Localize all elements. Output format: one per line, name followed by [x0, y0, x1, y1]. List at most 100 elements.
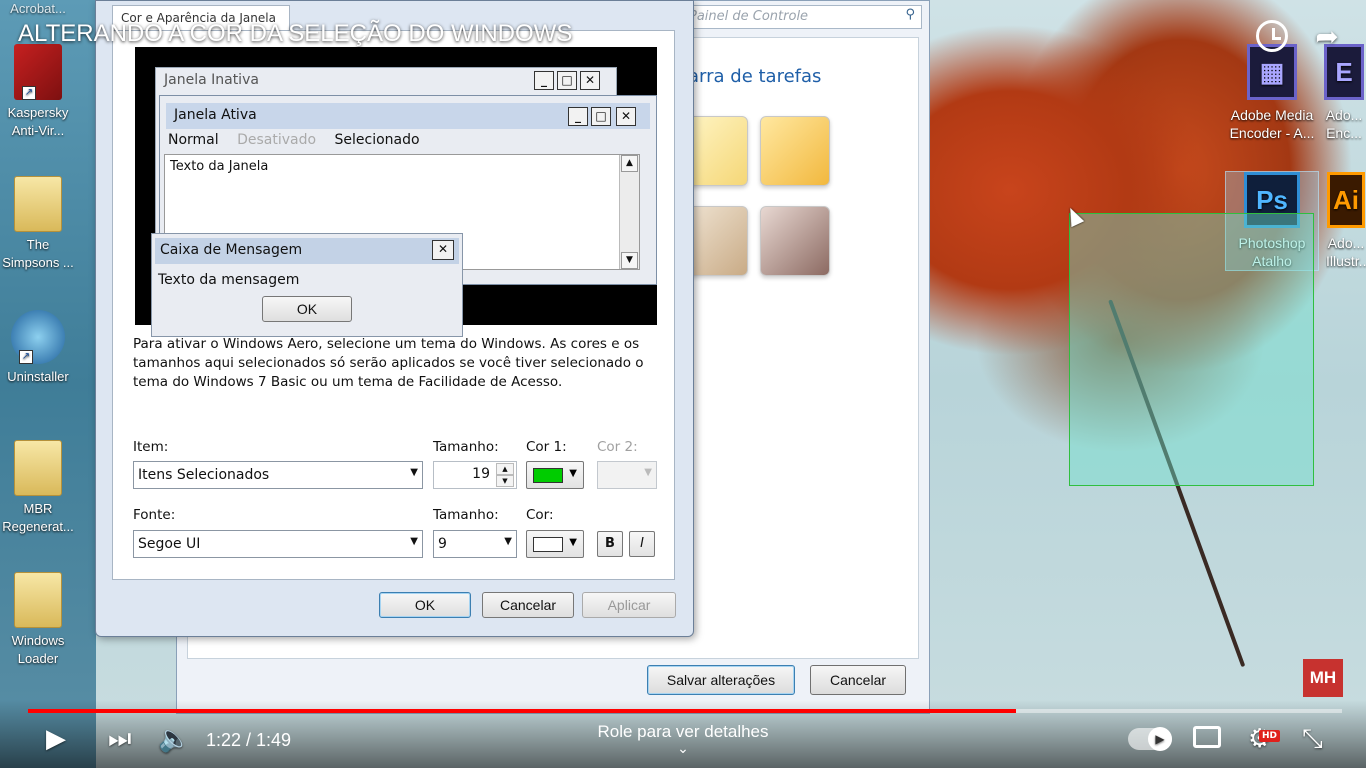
- desktop-icon-mbr-regenerator[interactable]: MBR Regenerat...: [0, 440, 76, 536]
- watch-later-icon[interactable]: [1256, 20, 1288, 52]
- maximize-icon: □: [557, 71, 577, 90]
- cancel-button[interactable]: Cancelar: [482, 592, 574, 618]
- section-heading: arra de tarefas: [688, 66, 822, 87]
- color1-swatch: [533, 468, 563, 483]
- menu-disabled: Desativado: [237, 132, 317, 148]
- item-label: Item:: [133, 439, 169, 455]
- size-value: 19: [472, 466, 490, 482]
- kaspersky-icon: ↗: [14, 44, 62, 100]
- desktop-icon-label: Uninstaller: [7, 369, 69, 384]
- desktop-icon-uninstaller[interactable]: ↗ Uninstaller: [0, 310, 76, 386]
- size-stepper[interactable]: 19 ▲ ▼: [433, 461, 517, 489]
- scroll-up-icon: ▲: [621, 155, 638, 172]
- folder-icon: [14, 440, 62, 496]
- autoplay-toggle[interactable]: ▶: [1128, 727, 1172, 751]
- play-icon: ▶: [1148, 727, 1172, 751]
- color2-picker-button: ▼: [597, 461, 657, 489]
- font-color-label: Cor:: [526, 507, 554, 523]
- close-icon: ✕: [432, 240, 454, 260]
- menu-normal: Normal: [168, 132, 219, 148]
- cancel-button[interactable]: Cancelar: [810, 665, 906, 695]
- exit-fullscreen-icon[interactable]: ⤡: [1302, 724, 1323, 755]
- progress-bar[interactable]: [28, 709, 1342, 713]
- volume-icon[interactable]: 🔈: [158, 724, 190, 754]
- desktop-icon-label: The Simpsons ...: [2, 237, 74, 270]
- menu-selected: Selecionado: [334, 132, 420, 148]
- minimize-icon: _: [534, 71, 554, 90]
- next-icon[interactable]: ⏭: [108, 724, 131, 755]
- italic-button[interactable]: I: [629, 531, 655, 557]
- font-size-value: 9: [438, 536, 447, 552]
- preview-window-text: Texto da Janela: [170, 159, 269, 174]
- maximize-icon: □: [591, 107, 611, 126]
- close-icon: ✕: [616, 107, 636, 126]
- desktop-icon-label: Kaspersky Anti-Vir...: [7, 105, 69, 138]
- window-color-appearance-dialog: Cor e Aparência da Janela Janela Inativa…: [95, 0, 694, 637]
- search-icon[interactable]: ⚲: [905, 7, 915, 22]
- item-select[interactable]: Itens Selecionados ▼: [133, 461, 423, 489]
- illustrator-icon: Ai: [1327, 172, 1365, 228]
- preview-menu-bar: Normal Desativado Selecionado: [168, 132, 434, 148]
- desktop-icon-adobe-encore[interactable]: E Ado... Enc...: [1322, 44, 1366, 142]
- font-select-value: Segoe UI: [138, 536, 201, 552]
- message-box-text: Texto da mensagem: [158, 272, 300, 288]
- chevron-down-icon: ▼: [504, 536, 512, 547]
- desktop-icon-illustrator[interactable]: Ai Ado... Illustr...: [1326, 172, 1366, 270]
- play-icon[interactable]: ▶: [46, 724, 66, 754]
- scroll-hint-label: Role para ver detalhes: [597, 722, 769, 741]
- desktop-icon-simpsons[interactable]: The Simpsons ...: [0, 176, 76, 272]
- desktop-icon-windows-loader[interactable]: Windows Loader: [0, 572, 76, 668]
- aero-description: Para ativar o Windows Aero, selecione um…: [133, 336, 644, 390]
- chevron-down-icon: ▼: [569, 468, 577, 479]
- desktop-icon-adobe-media-encoder[interactable]: ▦ Adobe Media Encoder - A...: [1226, 44, 1318, 142]
- apply-button[interactable]: Aplicar: [582, 592, 676, 618]
- desktop-icon-acrobat[interactable]: Acrobat...: [0, 0, 76, 18]
- font-label: Fonte:: [133, 507, 176, 523]
- desktop-selection-rectangle: [1069, 213, 1314, 486]
- chevron-down-icon: ⌄: [677, 740, 689, 756]
- font-color-picker-button[interactable]: ▼: [526, 530, 584, 558]
- share-icon[interactable]: ➦: [1310, 20, 1344, 54]
- spin-down-icon[interactable]: ▼: [496, 475, 514, 487]
- message-ok-button: OK: [262, 296, 352, 322]
- chevron-down-icon: ▼: [569, 537, 577, 548]
- color1-label: Cor 1:: [526, 439, 567, 455]
- progress-fill: [28, 709, 1017, 713]
- color-swatch-brown[interactable]: [760, 206, 830, 276]
- desktop-icon-label: Ado... Illustr...: [1326, 235, 1366, 269]
- channel-logo[interactable]: MH: [1303, 659, 1343, 697]
- ok-button[interactable]: OK: [379, 592, 471, 618]
- bold-button[interactable]: B: [597, 531, 623, 557]
- chevron-down-icon: ▼: [644, 467, 652, 478]
- video-title[interactable]: ALTERANDO A COR DA SELEÇÃO DO WINDOWS: [18, 20, 572, 48]
- scroll-down-icon: ▼: [621, 252, 638, 269]
- scroll-hint[interactable]: Role para ver detalhes ⌄: [583, 722, 783, 756]
- uninstaller-icon: ↗: [11, 310, 65, 364]
- desktop-icon-label: MBR Regenerat...: [2, 501, 74, 534]
- folder-icon: [14, 572, 62, 628]
- spin-up-icon[interactable]: ▲: [496, 463, 514, 475]
- font-color-swatch: [533, 537, 563, 552]
- desktop-icon-label: Acrobat...: [10, 1, 66, 16]
- close-icon: ✕: [580, 71, 600, 90]
- shortcut-arrow-icon: ↗: [22, 86, 36, 100]
- preview-scrollbar: ▲ ▼: [619, 155, 639, 269]
- font-size-label: Tamanho:: [433, 507, 499, 523]
- desktop-icon-label: Adobe Media Encoder - A...: [1229, 107, 1315, 141]
- shortcut-arrow-icon: ↗: [19, 350, 33, 364]
- subtitles-icon[interactable]: [1193, 726, 1221, 748]
- search-input[interactable]: Painel de Controle ⚲: [682, 5, 922, 29]
- save-changes-button[interactable]: Salvar alterações: [647, 665, 795, 695]
- size-label: Tamanho:: [433, 439, 499, 455]
- folder-icon: [14, 176, 62, 232]
- color1-picker-button[interactable]: ▼: [526, 461, 584, 489]
- font-select[interactable]: Segoe UI ▼: [133, 530, 423, 558]
- preview-message-box: Caixa de Mensagem ✕ Texto da mensagem OK: [151, 233, 463, 337]
- adobe-media-encoder-icon: ▦: [1247, 44, 1297, 100]
- font-size-select[interactable]: 9 ▼: [433, 530, 517, 558]
- color-swatch-orange[interactable]: [760, 116, 830, 186]
- dialog-body: Janela Inativa _ □ ✕ Janela Ativa _ □ ✕ …: [112, 30, 675, 580]
- hd-badge: HD: [1259, 730, 1281, 742]
- item-select-value: Itens Selecionados: [138, 467, 270, 483]
- desktop-icon-kaspersky[interactable]: ↗ Kaspersky Anti-Vir...: [0, 44, 76, 140]
